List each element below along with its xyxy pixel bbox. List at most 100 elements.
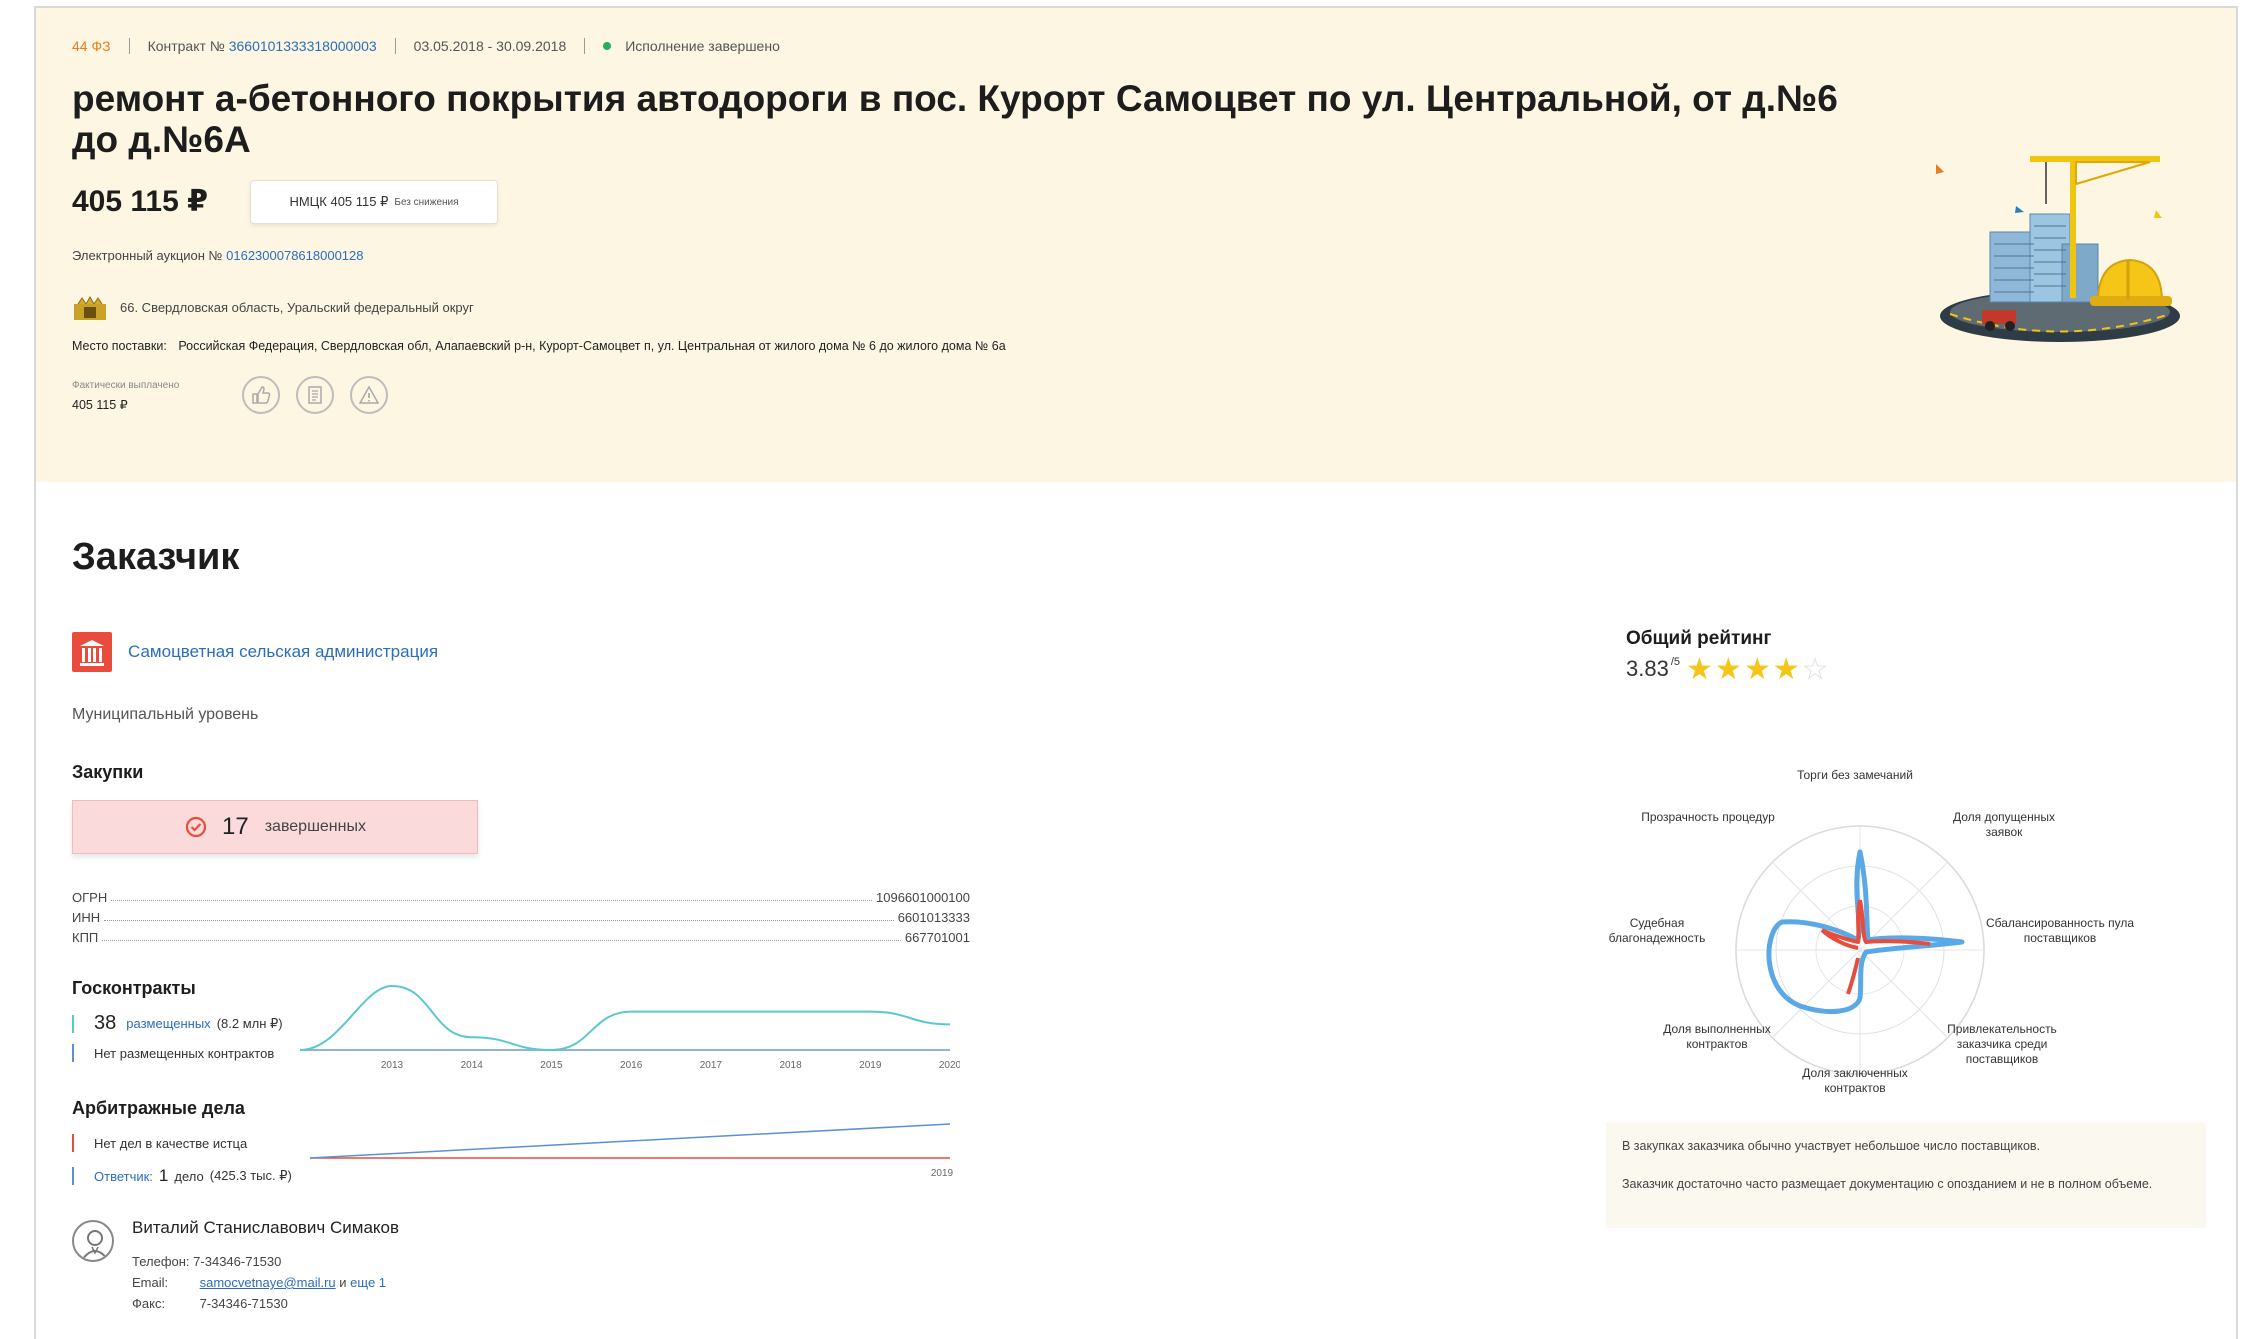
rating-title: Общий рейтинг — [1626, 628, 1772, 649]
x-tick-label: 2018 — [779, 1060, 802, 1071]
contracts-placed-link[interactable]: размещенных — [126, 1016, 210, 1031]
nmck-note: Без снижения — [394, 196, 459, 208]
rating-stars: ★★★★☆ — [1686, 653, 1831, 686]
contracts-placed-line: 38 размещенных (8.2 млн ₽) — [72, 1012, 283, 1035]
warning-icon[interactable] — [350, 376, 388, 414]
completed-count: 17 — [222, 813, 249, 840]
contract-label: Контракт № — [147, 38, 225, 54]
tender-meta-row: 44 ФЗ Контракт № 3660101333318000003 03.… — [72, 36, 780, 56]
rating-note: В закупках заказчика обычно участвует не… — [1622, 1139, 2041, 1153]
series-color-marker — [72, 1044, 74, 1062]
x-tick-label: 2019 — [859, 1060, 882, 1071]
star-empty-icon: ☆ — [1801, 653, 1831, 686]
x-tick-label: 2020 — [939, 1060, 960, 1071]
check-circle-icon — [185, 816, 207, 838]
arbitrage-defendant-link[interactable]: Ответчик: — [94, 1169, 153, 1184]
inn-row: ИНН 6601013333 — [72, 907, 970, 925]
rating-scale: /5 — [1670, 656, 1681, 668]
kpp-row: КПП 667701001 — [72, 927, 970, 945]
contracts-chart: 2013 2014 2015 2016 2017 2018 2019 2020 — [300, 984, 960, 1071]
contact-email-row: Email: samocvetnaye@mail.ru и еще 1 — [132, 1275, 386, 1290]
auction-number-link[interactable]: 0162300078618000128 — [226, 248, 363, 263]
arbitrage-plaintiff-line: Нет дел в качестве истца — [72, 1134, 247, 1152]
arbitrage-defendant-text: дело — [174, 1168, 204, 1184]
coat-of-arms-icon — [74, 296, 106, 320]
contract-price: 405 115 ₽ — [72, 185, 208, 218]
arbitrage-heading: Арбитражные дела — [72, 1098, 245, 1118]
x-tick-label: 2013 — [381, 1060, 404, 1071]
arbitrage-defendant-count: 1 — [158, 1166, 169, 1185]
auction-line: Электронный аукцион № 016230007861800012… — [72, 248, 364, 263]
contracts-heading: Госконтракты — [72, 978, 196, 998]
star-icon: ★ — [1714, 653, 1744, 686]
nmck-badge: НМЦК 405 115 ₽ Без снижения — [250, 180, 498, 224]
auction-label: Электронный аукцион № — [72, 248, 223, 263]
phone-label: Телефон: — [132, 1254, 190, 1269]
contact-fax-row: Факс: 7-34346-71530 — [132, 1296, 288, 1311]
phone-value[interactable]: 7-34346-71530 — [193, 1254, 281, 1269]
contracts-none-text: Нет размещенных контрактов — [94, 1045, 275, 1061]
kpp-value: 667701001 — [904, 930, 970, 945]
radar-label-top-left: Прозрачность процедур — [1641, 810, 1775, 824]
rating-value-row: 3.83 /5 ★★★★☆ — [1626, 653, 1831, 686]
arbitrage-chart: 2019 — [309, 1123, 954, 1179]
fax-label: Факс: — [132, 1296, 166, 1311]
ogrn-label: ОГРН — [72, 890, 108, 905]
ogrn-row: ОГРН 1096601000100 — [72, 887, 970, 905]
customer-name-link[interactable]: Самоцветная сельская администрация — [128, 642, 438, 662]
series-line-placed — [300, 984, 951, 1052]
email-link[interactable]: samocvetnaye@mail.ru — [200, 1275, 336, 1290]
delivery-line: Место поставки: Российская Федерация, Св… — [72, 339, 1006, 353]
paid-value: 405 115 ₽ — [72, 398, 128, 412]
purchases-heading: Закупки — [72, 762, 144, 782]
fax-value: 7-34346-71530 — [199, 1296, 288, 1311]
delivery-place: Российская Федерация, Свердловская обл, … — [178, 339, 1006, 353]
series-color-marker — [72, 1014, 74, 1033]
divider — [394, 38, 396, 54]
completed-purchases-button[interactable]: 17 завершенных — [72, 800, 478, 854]
status-text: Исполнение завершено — [625, 38, 780, 54]
contracts-count: 38 — [94, 1012, 117, 1034]
contract-number-link[interactable]: 3660101333318000003 — [229, 38, 377, 54]
arbitrage-plaintiff-text: Нет дел в качестве истца — [94, 1135, 248, 1151]
contracts-none-line: Нет размещенных контрактов — [72, 1044, 274, 1062]
page-title: ремонт а-бетонного покрытия автодороги в… — [72, 78, 1838, 160]
contract-dates: 03.05.2018 - 30.09.2018 — [413, 38, 567, 54]
contracts-sum: (8.2 млн ₽) — [216, 1015, 283, 1031]
email-more-link[interactable]: еще 1 — [350, 1275, 386, 1290]
nmck-label: НМЦК 405 115 ₽ — [289, 194, 389, 209]
x-tick-label: 2014 — [461, 1060, 484, 1071]
star-icon: ★ — [1743, 653, 1773, 686]
email-label: Email: — [132, 1275, 169, 1290]
delivery-label: Место поставки: — [72, 339, 167, 353]
series-color-marker — [72, 1167, 74, 1185]
law-badge[interactable]: 44 ФЗ — [72, 38, 111, 54]
ogrn-value: 1096601000100 — [876, 890, 970, 905]
radar-label-left: Судебная благонадежность — [1608, 916, 1706, 945]
radar-label-top: Торги без замечаний — [1797, 768, 1913, 782]
contact-name: Виталий Станиславович Симаков — [132, 1218, 400, 1237]
x-tick-label: 2015 — [540, 1060, 563, 1071]
region-text: 66. Свердловская область, Уральский феде… — [120, 300, 474, 315]
government-building-icon — [72, 632, 112, 672]
customer-section-title: Заказчик — [72, 536, 240, 578]
radar-label-top-right: Доля допущенных заявок — [1953, 810, 2055, 839]
kpp-label: КПП — [72, 930, 99, 945]
rating-value: 3.83 — [1626, 656, 1669, 681]
x-tick-label: 2016 — [620, 1060, 643, 1071]
radar-label-bottom-right: Привлекательность заказчика среди постав… — [1947, 1022, 2057, 1066]
arbitrage-defendant-sum: (425.3 тыс. ₽) — [209, 1168, 292, 1183]
star-icon: ★ — [1686, 653, 1715, 686]
inn-label: ИНН — [72, 910, 101, 925]
divider — [584, 38, 586, 54]
radar-label-bottom-left: Доля выполненных контрактов — [1663, 1022, 1771, 1051]
star-icon: ★ — [1772, 653, 1802, 686]
like-icon[interactable] — [242, 376, 280, 414]
paid-label: Фактически выплачено — [72, 380, 180, 391]
radar-label-bottom: Доля заключенных контрактов — [1802, 1066, 1908, 1095]
series-line-defendant — [309, 1123, 951, 1159]
contact-avatar-icon — [72, 1220, 114, 1262]
document-icon[interactable] — [296, 376, 334, 414]
contact-phone-row: Телефон: 7-34346-71530 — [132, 1254, 281, 1269]
email-more-and: и — [339, 1275, 347, 1290]
